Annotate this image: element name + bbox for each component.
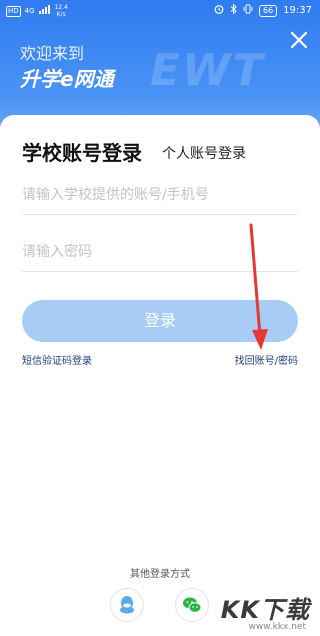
site-watermark-text: KK下载 (220, 596, 310, 624)
network-speed: 12.4 K/s (55, 4, 68, 18)
tab-school-account-login[interactable]: 学校账号登录 (22, 137, 142, 166)
site-watermark: KK下载 www.kkx.net (200, 590, 310, 636)
bluetooth-icon (230, 3, 237, 17)
clock-time: 19:37 (283, 5, 312, 16)
sms-code-login-link[interactable]: 短信验证码登录 (22, 352, 92, 367)
signal-indicator: 4G (24, 7, 35, 15)
qq-login-button[interactable] (110, 588, 144, 622)
ewt-logo-watermark: EWT (150, 45, 265, 96)
forgot-account-password-link[interactable]: 找回账号/密码 (235, 352, 298, 367)
status-left: HD 4G 12.4 K/s (6, 4, 68, 18)
site-watermark-url: www.kkx.net (248, 622, 307, 632)
vibrate-icon (243, 4, 253, 17)
network-speed-value: 12.4 (54, 4, 68, 11)
login-button[interactable]: 登录 (22, 300, 298, 342)
other-login-methods-title: 其他登录方式 (130, 569, 190, 580)
password-input[interactable] (22, 232, 298, 272)
alarm-icon (214, 4, 224, 17)
battery-level: 66 (258, 4, 278, 17)
brand-name: 升学e网通 (20, 67, 114, 91)
signal-bars-icon (38, 5, 51, 17)
qq-icon (120, 596, 134, 614)
status-bar: HD 4G 12.4 K/s 66 19:37 (0, 0, 320, 22)
account-input[interactable] (22, 175, 298, 215)
hd-badge: HD (6, 5, 21, 17)
wechat-icon (183, 597, 202, 613)
welcome-text: 欢迎来到 (20, 44, 85, 63)
status-right: 66 19:37 (214, 3, 312, 17)
network-speed-unit: K/s (56, 11, 66, 18)
tab-personal-account-login[interactable]: 个人账号登录 (162, 143, 246, 163)
